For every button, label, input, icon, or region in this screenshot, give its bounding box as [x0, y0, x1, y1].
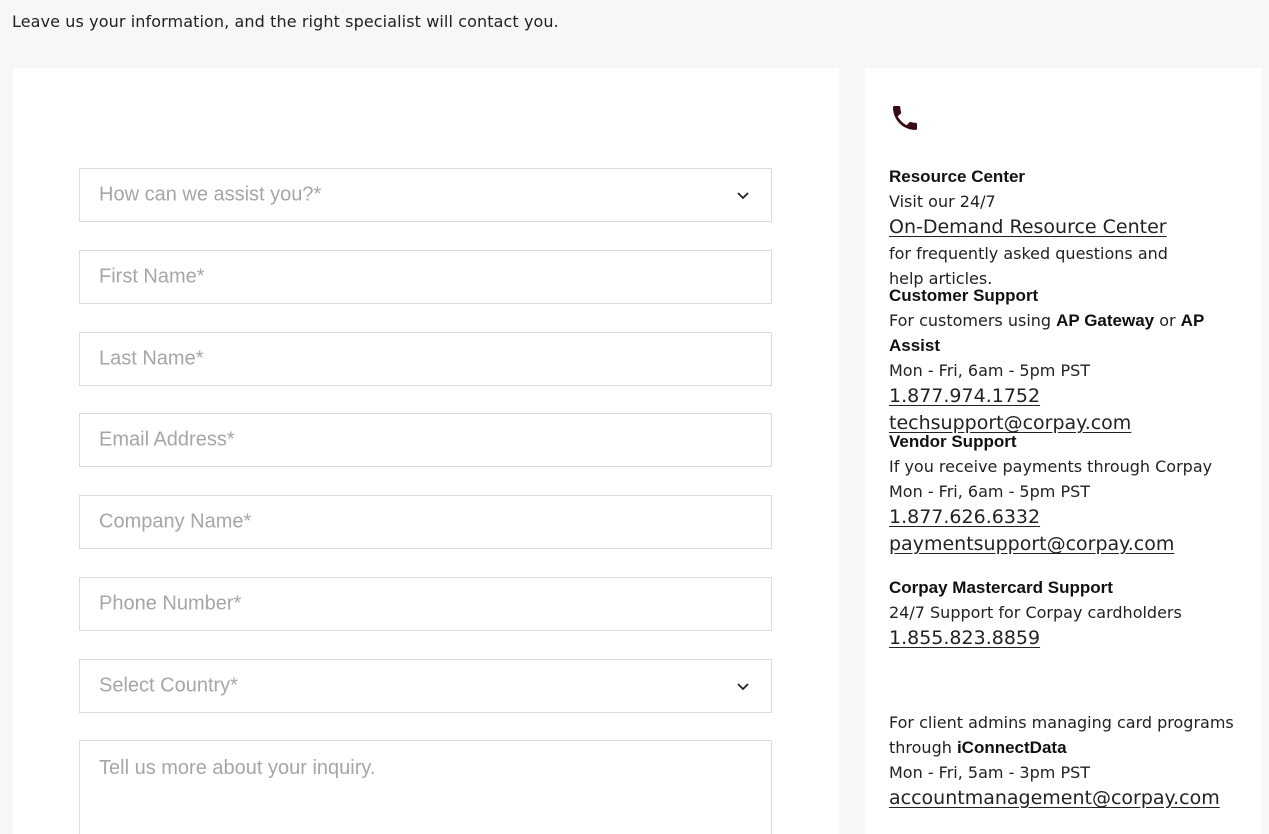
- mastercard-support-section: Corpay Mastercard Support 24/7 Support f…: [889, 575, 1259, 652]
- ap-gateway-label: AP Gateway: [1056, 311, 1155, 330]
- first-name-placeholder: First Name*: [99, 265, 205, 288]
- email-placeholder: Email Address*: [99, 428, 235, 451]
- customer-support-section: Customer Support For customers using AP …: [889, 283, 1259, 437]
- chevron-down-icon: [737, 683, 749, 691]
- vendor-support-heading: Vendor Support: [889, 432, 1017, 451]
- iconnectdata-label: iConnectData: [956, 738, 1067, 757]
- last-name-field[interactable]: Last Name*: [79, 332, 772, 386]
- customer-support-phone-link[interactable]: 1.877.974.1752: [889, 383, 1040, 410]
- country-select[interactable]: Select Country*: [79, 659, 772, 713]
- customer-support-desc: For customers using: [889, 311, 1057, 330]
- client-admins-hours: Mon - Fri, 5am - 3pm PST: [889, 763, 1091, 782]
- company-placeholder: Company Name*: [99, 510, 252, 533]
- customer-support-or: or: [1154, 311, 1181, 330]
- resource-center-text-2: for frequently asked questions and: [889, 244, 1168, 263]
- client-admins-desc: For client admins managing card programs: [889, 713, 1234, 732]
- mastercard-support-heading: Corpay Mastercard Support: [889, 578, 1113, 597]
- phone-field[interactable]: Phone Number*: [79, 577, 772, 631]
- vendor-support-desc: If you receive payments through Corpay: [889, 457, 1213, 476]
- chevron-down-icon: [737, 192, 749, 200]
- email-field[interactable]: Email Address*: [79, 413, 772, 467]
- company-field[interactable]: Company Name*: [79, 495, 772, 549]
- inquiry-placeholder: Tell us more about your inquiry.: [99, 757, 376, 779]
- vendor-support-hours: Mon - Fri, 6am - 5pm PST: [889, 482, 1091, 501]
- resource-center-heading: Resource Center: [889, 167, 1026, 186]
- mastercard-support-desc: 24/7 Support for Corpay cardholders: [889, 603, 1182, 622]
- first-name-field[interactable]: First Name*: [79, 250, 772, 304]
- intro-text: Leave us your information, and the right…: [12, 12, 559, 31]
- mastercard-support-phone-link[interactable]: 1.855.823.8859: [889, 625, 1040, 652]
- vendor-support-section: Vendor Support If you receive payments t…: [889, 429, 1259, 558]
- last-name-placeholder: Last Name*: [99, 347, 204, 370]
- resource-center-section: Resource Center Visit our 24/7 On-Demand…: [889, 164, 1259, 291]
- contact-form: How can we assist you?* First Name* Last…: [13, 68, 839, 834]
- on-demand-resource-center-link[interactable]: On-Demand Resource Center: [889, 214, 1167, 241]
- account-management-email-link[interactable]: accountmanagement@corpay.com: [889, 785, 1220, 812]
- inquiry-textarea[interactable]: Tell us more about your inquiry.: [79, 740, 772, 834]
- customer-support-heading: Customer Support: [889, 286, 1039, 305]
- assist-select-placeholder: How can we assist you?*: [99, 183, 322, 206]
- support-sidebar: Resource Center Visit our 24/7 On-Demand…: [865, 68, 1262, 834]
- vendor-support-phone-link[interactable]: 1.877.626.6332: [889, 504, 1040, 531]
- assist-select[interactable]: How can we assist you?*: [79, 168, 772, 222]
- client-admins-section: For client admins managing card programs…: [889, 710, 1259, 812]
- customer-support-hours: Mon - Fri, 6am - 5pm PST: [889, 361, 1091, 380]
- phone-placeholder: Phone Number*: [99, 592, 242, 615]
- client-admins-through: through: [889, 738, 957, 757]
- phone-icon: [893, 106, 917, 130]
- country-select-placeholder: Select Country*: [99, 674, 238, 697]
- resource-center-text: Visit our 24/7: [889, 192, 996, 211]
- vendor-support-email-link[interactable]: paymentsupport@corpay.com: [889, 531, 1174, 558]
